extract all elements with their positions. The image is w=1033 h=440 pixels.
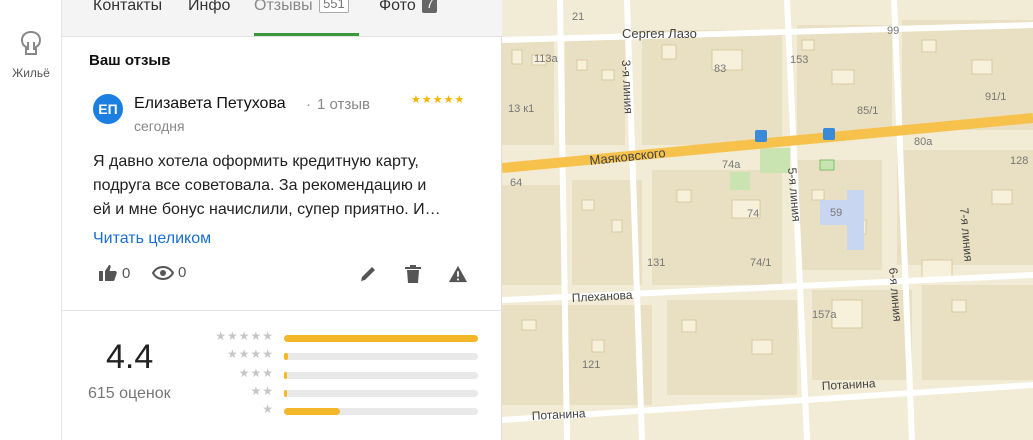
rail-item-housing-label: Жильё xyxy=(12,66,50,80)
pencil-icon xyxy=(361,267,375,281)
tab-photos-label: Фото xyxy=(379,0,416,14)
rating-bar-fill xyxy=(284,335,478,342)
rating-row-stars: ★ xyxy=(262,402,274,416)
rating-bar-track xyxy=(284,372,478,379)
tab-photos-count: 7 xyxy=(422,0,438,13)
svg-text:13 к1: 13 к1 xyxy=(508,103,534,115)
review-text-line: подруга все советовала. За рекомендацию … xyxy=(93,177,427,194)
review-text: Я давно хотела оформить кредитную карту,… xyxy=(93,150,488,222)
street-label: Сергея Лазо xyxy=(622,26,697,41)
tab-contacts-label: Контакты xyxy=(93,0,163,14)
rating-bar-fill xyxy=(284,353,288,360)
rating-row: ★★★★ xyxy=(200,347,480,362)
svg-text:80а: 80а xyxy=(914,136,933,148)
review-author[interactable]: Елизавета Петухова xyxy=(134,95,286,113)
tab-bar: Контакты Инфо Отзывы 551 Фото 7 xyxy=(62,0,502,37)
like-button[interactable]: 0 xyxy=(98,264,130,282)
svg-text:74: 74 xyxy=(747,208,759,220)
rail-item-housing[interactable]: Жильё xyxy=(0,30,62,80)
tab-contacts[interactable]: Контакты xyxy=(93,0,162,36)
ratings-count: 615 оценок xyxy=(88,385,171,402)
warning-icon xyxy=(448,265,468,283)
svg-text:59: 59 xyxy=(830,207,842,219)
tab-info[interactable]: Инфо xyxy=(188,0,230,36)
tab-info-label: Инфо xyxy=(188,0,231,14)
trash-icon xyxy=(405,265,421,283)
eye-icon xyxy=(152,265,174,280)
tab-reviews-label: Отзывы xyxy=(254,0,313,14)
rating-bar-fill xyxy=(284,390,287,397)
svg-text:21: 21 xyxy=(572,11,584,23)
rating-bar-track xyxy=(284,335,478,342)
svg-text:74а: 74а xyxy=(722,159,741,171)
read-more-link[interactable]: Читать целиком xyxy=(93,230,211,248)
svg-text:113а: 113а xyxy=(534,53,559,65)
review-text-line: Я давно хотела оформить кредитную карту, xyxy=(93,153,419,170)
svg-text:83: 83 xyxy=(714,63,726,75)
tab-reviews-count: 551 xyxy=(319,0,349,13)
svg-text:153: 153 xyxy=(790,54,808,66)
svg-text:121: 121 xyxy=(582,359,600,371)
map-canvas[interactable]: Сергея Лазо Маяковского Плеханова Потани… xyxy=(502,0,1033,440)
thumbs-up-icon xyxy=(99,265,117,281)
rating-row-stars: ★★★ xyxy=(238,366,274,380)
svg-text:85/1: 85/1 xyxy=(857,105,878,117)
svg-text:131: 131 xyxy=(647,257,665,269)
svg-text:128: 128 xyxy=(1010,155,1028,167)
rating-bar-fill xyxy=(284,372,287,379)
svg-text:74/1: 74/1 xyxy=(750,257,771,269)
street-label: Потанина xyxy=(531,406,586,423)
tab-photos[interactable]: Фото 7 xyxy=(379,0,438,36)
divider xyxy=(62,310,502,311)
review-stars: ★★★★★ xyxy=(411,94,466,106)
svg-text:91/1: 91/1 xyxy=(985,91,1006,103)
rating-row-stars: ★★ xyxy=(250,384,274,398)
views-indicator: 0 xyxy=(152,264,186,281)
map[interactable]: Сергея Лазо Маяковского Плеханова Потани… xyxy=(502,0,1033,440)
housing-icon xyxy=(20,30,42,55)
delete-button[interactable] xyxy=(403,264,423,284)
rating-bar-track xyxy=(284,408,478,415)
average-rating: 4.4 xyxy=(106,338,154,376)
avatar[interactable]: ЕП xyxy=(93,94,123,124)
rating-row-stars: ★★★★ xyxy=(226,347,274,361)
rating-row: ★★ xyxy=(200,384,480,399)
my-review-title: Ваш отзыв xyxy=(89,52,171,69)
view-count: 0 xyxy=(178,264,187,281)
review-date: сегодня xyxy=(134,118,185,134)
rating-row: ★★★★★ xyxy=(200,329,480,344)
author-review-count-text: 1 отзыв xyxy=(317,96,371,113)
rating-bar-fill xyxy=(284,408,340,415)
rating-row: ★★★ xyxy=(200,366,480,381)
tab-reviews[interactable]: Отзывы 551 xyxy=(254,0,359,36)
svg-text:99: 99 xyxy=(887,25,899,37)
svg-text:64: 64 xyxy=(510,177,522,189)
rating-row-stars: ★★★★★ xyxy=(215,329,274,343)
rating-row: ★ xyxy=(200,402,480,417)
rating-bar-track xyxy=(284,390,478,397)
rating-bar-track xyxy=(284,353,478,360)
like-count: 0 xyxy=(122,264,131,282)
svg-text:157а: 157а xyxy=(812,309,837,321)
report-button[interactable] xyxy=(448,264,468,284)
left-rail: Жильё xyxy=(0,0,62,440)
street-label: Потанина xyxy=(821,376,876,393)
street-label: 3-я линия xyxy=(619,59,636,114)
review-text-line: ей и мне бонус начислили, супер приятно.… xyxy=(93,201,441,218)
org-panel: Контакты Инфо Отзывы 551 Фото 7 Ваш отзы… xyxy=(62,0,502,440)
edit-button[interactable] xyxy=(358,264,378,284)
author-review-count: · 1 отзыв xyxy=(306,96,371,113)
